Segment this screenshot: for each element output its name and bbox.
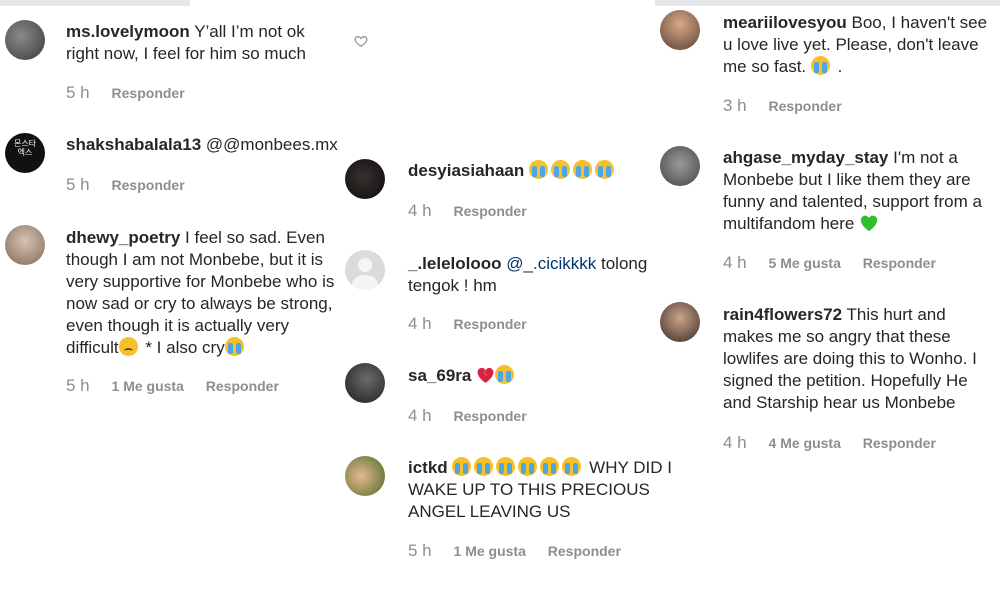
- crying-face-emoji-icon: [572, 160, 592, 179]
- comment-text-continued: .: [832, 57, 843, 76]
- crying-face-emoji-icon: [496, 457, 516, 476]
- broken-heart-emoji-icon: [477, 367, 494, 383]
- comment-username[interactable]: desyiasiahaan: [408, 161, 524, 180]
- avatar[interactable]: 몬스타엑스: [5, 133, 45, 173]
- comment-username[interactable]: meariilovesyou: [723, 13, 847, 32]
- reply-button[interactable]: Responder: [454, 408, 527, 424]
- crying-face-emoji-icon: [224, 337, 244, 356]
- comment-username[interactable]: ictkd: [408, 458, 448, 477]
- avatar[interactable]: [660, 10, 700, 50]
- avatar[interactable]: [5, 225, 45, 265]
- reply-button[interactable]: Responder: [112, 85, 185, 101]
- top-divider-left: [0, 0, 190, 6]
- comment-time: 5 h: [66, 83, 90, 102]
- comment-username[interactable]: _.lelelolooo: [408, 254, 502, 273]
- crying-face-emoji-icon: [518, 457, 538, 476]
- crying-face-emoji-icon: [810, 56, 830, 75]
- sad-face-emoji-icon: [118, 337, 138, 356]
- default-user-icon: [352, 258, 378, 290]
- crying-face-emoji-icon: [550, 160, 570, 179]
- reply-button[interactable]: Responder: [112, 177, 185, 193]
- reply-button[interactable]: Responder: [454, 203, 527, 219]
- comment-text: @@monbees.mx: [205, 135, 338, 154]
- crying-face-emoji-icon: [474, 457, 494, 476]
- comment-time: 5 h: [408, 541, 432, 560]
- avatar-badge-text: 몬스타엑스: [13, 139, 37, 157]
- green-heart-emoji-icon: [860, 215, 878, 232]
- comment-username[interactable]: dhewy_poetry: [66, 228, 180, 247]
- crying-face-emoji-icon: [528, 160, 548, 179]
- avatar[interactable]: [5, 20, 45, 60]
- comment-time: 4 h: [408, 406, 432, 425]
- top-divider-right: [655, 0, 1000, 6]
- avatar[interactable]: [345, 456, 385, 496]
- comment-likes[interactable]: 4 Me gusta: [769, 435, 841, 451]
- crying-face-emoji-icon: [594, 160, 614, 179]
- comment-username[interactable]: ms.lovelymoon: [66, 22, 190, 41]
- comment-time: 4 h: [723, 433, 747, 452]
- comment-time: 5 h: [66, 175, 90, 194]
- comment-likes[interactable]: 1 Me gusta: [112, 378, 184, 394]
- reply-button[interactable]: Responder: [548, 543, 621, 559]
- reply-button[interactable]: Responder: [863, 255, 936, 271]
- avatar[interactable]: [345, 363, 385, 403]
- crying-face-emoji-icon: [562, 457, 582, 476]
- comment-likes[interactable]: 1 Me gusta: [454, 543, 526, 559]
- reply-button[interactable]: Responder: [769, 98, 842, 114]
- reply-button[interactable]: Responder: [863, 435, 936, 451]
- comment-username[interactable]: shakshabalala13: [66, 135, 201, 154]
- comment-time: 5 h: [66, 376, 90, 395]
- comment-time: 4 h: [723, 253, 747, 272]
- comment-time: 3 h: [723, 96, 747, 115]
- avatar[interactable]: [345, 159, 385, 199]
- like-heart-icon[interactable]: [354, 34, 368, 48]
- avatar[interactable]: [660, 302, 700, 342]
- comment-username[interactable]: rain4flowers72: [723, 305, 842, 324]
- crying-face-emoji-icon: [495, 365, 515, 384]
- avatar[interactable]: [345, 250, 385, 290]
- crying-face-emoji-icon: [452, 457, 472, 476]
- comment-time: 4 h: [408, 201, 432, 220]
- comment-username[interactable]: ahgase_myday_stay: [723, 148, 888, 167]
- comment-text-continued: * I also cry: [140, 338, 225, 357]
- reply-button[interactable]: Responder: [454, 316, 527, 332]
- crying-face-emoji-icon: [540, 457, 560, 476]
- comment-time: 4 h: [408, 314, 432, 333]
- comment-username[interactable]: sa_69ra: [408, 366, 471, 385]
- comment-likes[interactable]: 5 Me gusta: [769, 255, 841, 271]
- reply-button[interactable]: Responder: [206, 378, 279, 394]
- avatar[interactable]: [660, 146, 700, 186]
- mention-link[interactable]: @_.cicikkkk: [506, 254, 596, 273]
